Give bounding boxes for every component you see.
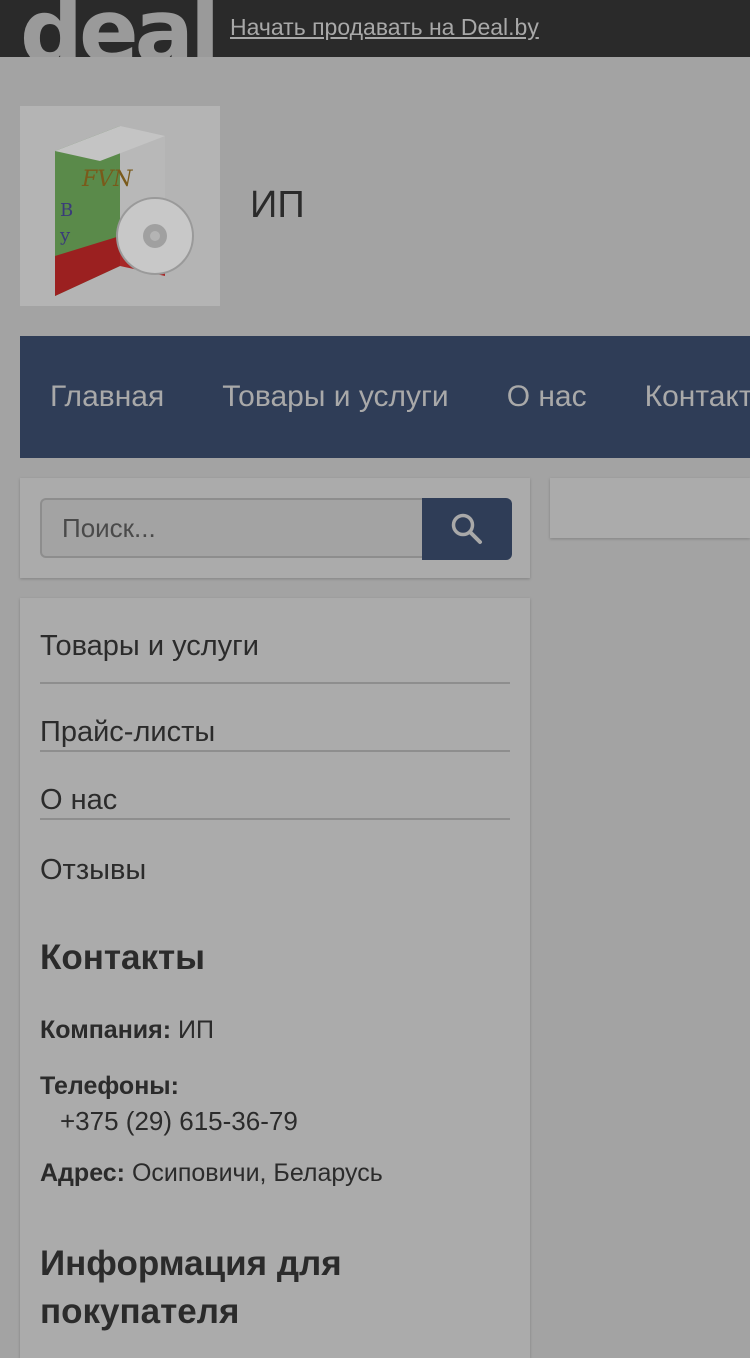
company-row: Компания: ИП: [40, 1016, 214, 1045]
phone-number[interactable]: +375 (29) 615-36-79: [60, 1106, 298, 1137]
deal-logo[interactable]: deal: [20, 0, 220, 57]
start-selling-link[interactable]: Начать продавать на Deal.by: [230, 14, 539, 42]
buyer-info-heading: Информация для покупателя: [40, 1244, 342, 1331]
sidebar-item-price-lists[interactable]: Прайс-листы: [40, 684, 510, 752]
shop-name: ИП: [250, 184, 305, 226]
nav-item-home[interactable]: Главная: [50, 336, 164, 458]
main-nav: Главная Товары и услуги О нас Контакты: [20, 336, 750, 458]
sidebar-item-about[interactable]: О нас: [40, 752, 510, 820]
contacts-heading: Контакты: [40, 938, 206, 977]
search-input[interactable]: [40, 498, 424, 558]
software-box-cd-logo-icon: FVN B y: [55, 126, 194, 296]
company-label: Компания:: [40, 1016, 172, 1044]
top-bar: deal Начать продавать на Deal.by: [0, 0, 750, 57]
search-button[interactable]: [422, 498, 512, 560]
svg-text:B: B: [60, 200, 73, 221]
nav-item-contacts[interactable]: Контакты: [645, 336, 750, 458]
phones-row: Телефоны:: [40, 1072, 179, 1101]
sidebar-menu: Товары и услуги Прайс-листы О нас Отзывы: [40, 598, 510, 888]
address-label: Адрес:: [40, 1159, 125, 1187]
shop-logo[interactable]: FVN B y: [20, 106, 220, 306]
company-value: ИП: [178, 1016, 214, 1044]
svg-text:y: y: [59, 225, 71, 246]
sidebar-item-products[interactable]: Товары и услуги: [40, 598, 510, 684]
content-card: [550, 478, 750, 538]
search-card: [20, 478, 530, 578]
address-row: Адрес: Осиповичи, Беларусь: [40, 1159, 383, 1188]
nav-item-about[interactable]: О нас: [507, 336, 587, 458]
nav-item-products[interactable]: Товары и услуги: [222, 336, 449, 458]
phones-label: Телефоны:: [40, 1072, 179, 1100]
svg-text:FVN: FVN: [81, 167, 133, 192]
sidebar: Товары и услуги Прайс-листы О нас Отзывы…: [20, 598, 530, 1358]
sidebar-item-reviews[interactable]: Отзывы: [40, 820, 510, 888]
search-icon: [451, 513, 482, 544]
address-value: Осиповичи, Беларусь: [131, 1159, 383, 1187]
